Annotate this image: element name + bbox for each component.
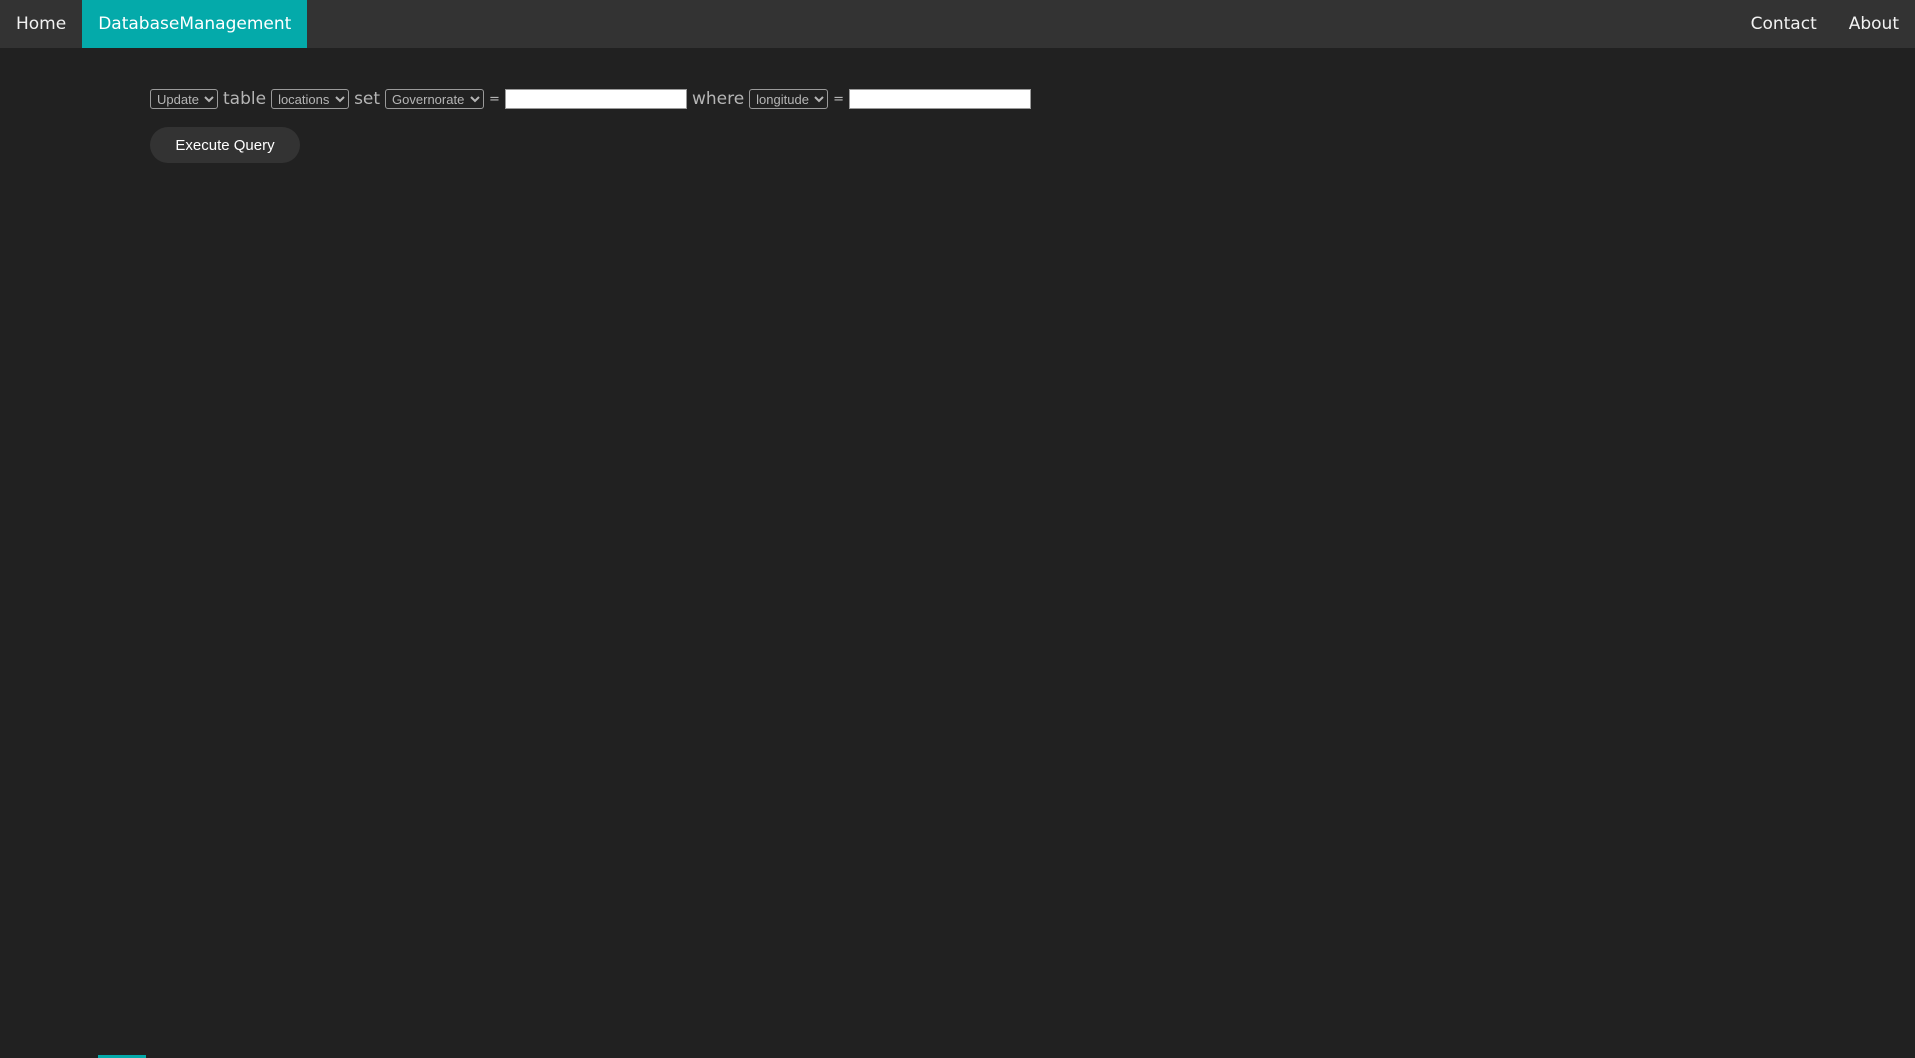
nav-contact[interactable]: Contact [1735,0,1833,48]
set-value-input[interactable] [504,89,687,109]
nav-database-management[interactable]: DatabaseManagement [82,0,308,48]
equals-sign-2: = [833,91,845,107]
table-keyword: table [223,89,267,109]
top-navbar: Home DatabaseManagement Contact About [0,0,1915,48]
query-builder-row: Update table locations set Governorate =… [150,89,1032,109]
where-column-select[interactable]: longitude [749,89,829,109]
nav-about[interactable]: About [1833,0,1915,48]
equals-sign-1: = [489,91,500,107]
execute-query-button[interactable]: Execute Query [150,127,300,163]
action-select[interactable]: Update [150,89,218,109]
where-value-input[interactable] [849,89,1032,109]
set-column-select[interactable]: Governorate [385,89,485,109]
nav-right-group: Contact About [1735,0,1915,48]
nav-home[interactable]: Home [0,0,82,48]
table-select[interactable]: locations [271,89,350,109]
nav-left-group: Home DatabaseManagement [0,0,308,48]
where-keyword: where [691,89,745,109]
set-keyword: set [354,89,381,109]
